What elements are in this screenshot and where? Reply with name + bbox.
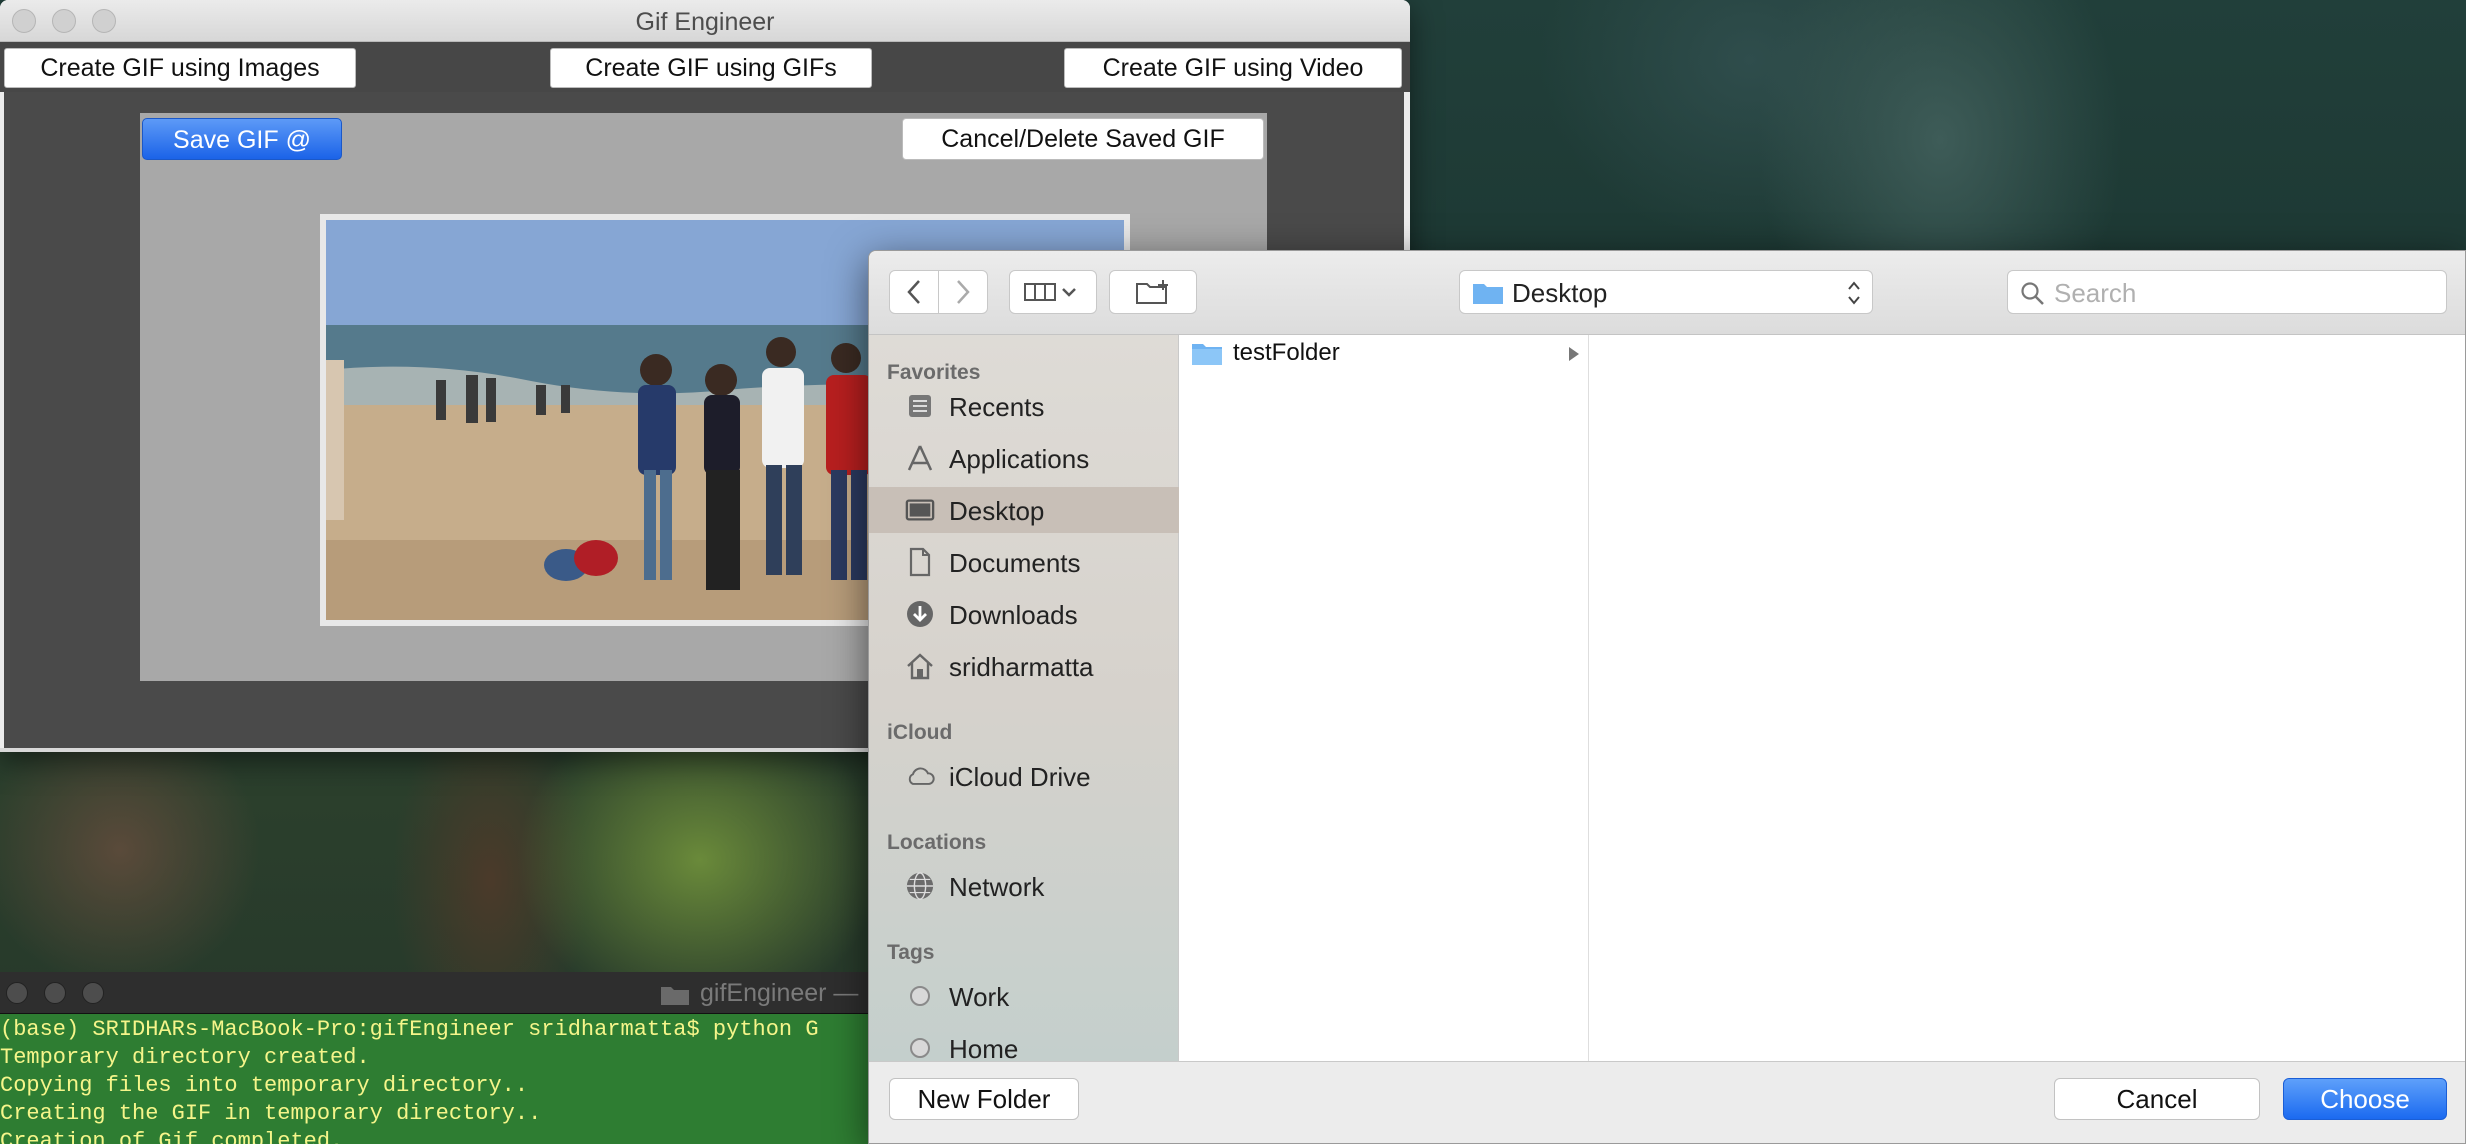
forward-button[interactable]: [938, 270, 988, 314]
terminal-zoom-button[interactable]: [82, 982, 104, 1004]
cancel-button[interactable]: Cancel: [2054, 1078, 2260, 1120]
tab-bar: Create GIF using Images Create GIF using…: [0, 42, 1410, 92]
recents-icon: [905, 391, 935, 421]
sidebar-item-home[interactable]: sridharmatta: [869, 643, 1179, 689]
desktop-folder-icon: [1473, 284, 1503, 304]
terminal-line: Temporary directory created.: [0, 1045, 370, 1070]
window-title: Gif Engineer: [635, 8, 775, 36]
terminal-line: Creation of Gif completed.: [0, 1129, 344, 1144]
icloud-heading: iCloud: [887, 721, 953, 744]
terminal-line: (base) SRIDHARs-MacBook-Pro:gifEngineer …: [0, 1017, 819, 1042]
locations-heading: Locations: [887, 831, 987, 854]
sidebar-item-label: Work: [949, 982, 1010, 1012]
sidebar-item-label: Applications: [949, 444, 1090, 474]
sidebar-item-icloud-drive[interactable]: iCloud Drive: [869, 753, 1179, 799]
new-folder-button[interactable]: New Folder: [889, 1078, 1079, 1120]
location-popup[interactable]: Desktop: [1459, 270, 1873, 314]
terminal-close-button[interactable]: [6, 982, 28, 1004]
documents-icon: [905, 547, 935, 577]
sidebar-item-recents[interactable]: Recents: [869, 383, 1179, 429]
folder-icon: [1192, 344, 1222, 365]
save-gif-button[interactable]: Save GIF @: [142, 118, 342, 160]
terminal-minimize-button[interactable]: [44, 982, 66, 1004]
sidebar-item-label: Downloads: [949, 600, 1078, 630]
terminal-title: gifEngineer —: [700, 979, 859, 1007]
cancel-delete-gif-button[interactable]: Cancel/Delete Saved GIF: [902, 118, 1264, 160]
terminal-line: Creating the GIF in temporary directory.…: [0, 1101, 542, 1126]
view-mode-button[interactable]: [1009, 270, 1097, 314]
updown-chevron-icon: [1848, 281, 1860, 305]
new-folder-icon: [1136, 280, 1168, 304]
sidebar-item-label: sridharmatta: [949, 652, 1094, 682]
terminal-window: gifEngineer — (base) SRIDHARs-MacBook-Pr…: [0, 972, 880, 1144]
file-name: testFolder: [1233, 339, 1340, 366]
sidebar-item-desktop[interactable]: Desktop: [869, 487, 1179, 533]
sidebar-item-label: Recents: [949, 392, 1045, 422]
search-field[interactable]: Search: [2007, 270, 2447, 314]
new-folder-toolbar-button[interactable]: [1109, 270, 1197, 314]
sidebar-item-applications[interactable]: Applications: [869, 435, 1179, 481]
tab-create-gif-images[interactable]: Create GIF using Images: [4, 48, 356, 88]
home-icon: [905, 651, 935, 681]
chevron-left-icon: [907, 280, 920, 304]
dialog-footer: New Folder Cancel Choose: [869, 1061, 2465, 1143]
dialog-sidebar: Favorites Recents Applications Desktop D…: [869, 335, 1179, 1064]
favorites-heading: Favorites: [887, 361, 981, 384]
sidebar-item-label: iCloud Drive: [949, 762, 1091, 792]
choose-folder-dialog: Desktop Search Favorites Recents Applica…: [868, 250, 2466, 1144]
back-button[interactable]: [889, 270, 939, 314]
tag-circle-icon: [905, 981, 935, 1011]
applications-icon: [905, 443, 935, 473]
sidebar-item-label: Desktop: [949, 496, 1045, 526]
file-browser: testFolder: [1179, 335, 2465, 1061]
downloads-icon: [905, 599, 935, 629]
sidebar-tag-work[interactable]: Work: [869, 973, 1179, 1019]
window-titlebar[interactable]: Gif Engineer: [0, 0, 1410, 42]
tags-heading: Tags: [887, 941, 935, 964]
browser-column: testFolder: [1179, 335, 1589, 1061]
columns-view-icon: [1024, 283, 1076, 301]
disclosure-triangle-icon: [1569, 347, 1579, 361]
file-row-testfolder[interactable]: testFolder: [1179, 335, 1589, 373]
choose-button[interactable]: Choose: [2283, 1078, 2447, 1120]
folder-icon: [661, 987, 689, 1005]
tag-circle-icon: [905, 1033, 935, 1063]
location-label: Desktop: [1512, 278, 1608, 308]
sidebar-item-downloads[interactable]: Downloads: [869, 591, 1179, 637]
cloud-icon: [905, 761, 935, 791]
sidebar-item-documents[interactable]: Documents: [869, 539, 1179, 585]
tab-create-gif-gifs[interactable]: Create GIF using GIFs: [550, 48, 872, 88]
chevron-right-icon: [957, 280, 970, 304]
tab-create-gif-video[interactable]: Create GIF using Video: [1064, 48, 1402, 88]
sidebar-item-network[interactable]: Network: [869, 863, 1179, 909]
search-placeholder: Search: [2054, 278, 2137, 308]
dialog-toolbar: Desktop Search: [869, 251, 2465, 335]
terminal-line: Copying files into temporary directory..: [0, 1073, 529, 1098]
network-icon: [905, 871, 935, 901]
terminal-output[interactable]: (base) SRIDHARs-MacBook-Pro:gifEngineer …: [0, 1014, 880, 1144]
sidebar-item-label: Documents: [949, 548, 1081, 578]
sidebar-item-label: Network: [949, 872, 1045, 902]
desktop-icon: [905, 495, 935, 525]
search-icon: [2021, 282, 2044, 305]
terminal-titlebar[interactable]: gifEngineer —: [0, 972, 880, 1014]
